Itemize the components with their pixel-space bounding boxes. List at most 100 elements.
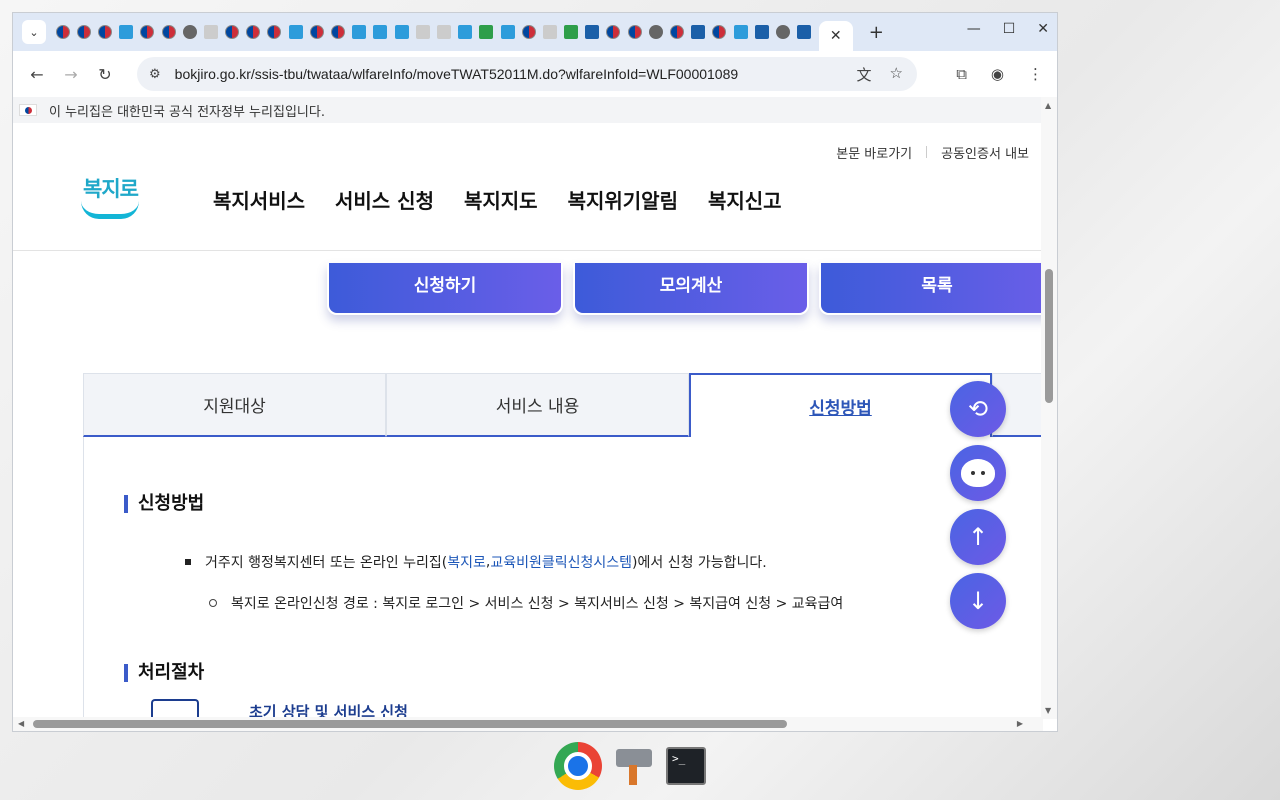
tab-favicon[interactable]	[140, 25, 155, 39]
horizontal-scroll-thumb[interactable]	[33, 720, 787, 728]
tab-favicon[interactable]	[415, 25, 430, 39]
tab-favicon[interactable]	[627, 25, 642, 39]
taskbar: >_	[554, 742, 706, 790]
tab-favicon[interactable]	[161, 25, 176, 39]
profile-icon[interactable]: ◉	[991, 65, 1004, 83]
vertical-scrollbar[interactable]: ▲ ▼	[1041, 97, 1057, 719]
bullet-text: 거주지 행정복지센터 또는 온라인 누리집(	[205, 555, 448, 571]
chatbot-button[interactable]	[950, 445, 1006, 501]
logo-text: 복지로	[83, 177, 139, 201]
forward-icon[interactable]: →	[61, 65, 81, 84]
menu-icon[interactable]: ⋮	[1028, 65, 1043, 83]
simulate-calc-button[interactable]: 모의계산	[573, 263, 809, 315]
tab-favicon[interactable]	[182, 25, 197, 39]
tab-favicon[interactable]	[691, 25, 706, 39]
scroll-top-button[interactable]: ↑	[950, 509, 1006, 565]
tab-how-to-apply[interactable]: 신청방법	[689, 373, 992, 437]
nav-welfare-services[interactable]: 복지서비스	[213, 185, 305, 214]
bookmark-star-icon[interactable]: ☆	[890, 64, 903, 85]
gov-banner: 이 누리집은 대한민국 공식 전자정부 누리집입니다.	[13, 97, 1043, 123]
reload-icon[interactable]: ↻	[95, 65, 115, 84]
tab-favicon[interactable]	[246, 25, 261, 39]
tab-favicon[interactable]	[775, 25, 790, 39]
site-info-icon[interactable]: ⚙	[149, 67, 161, 82]
tab-favicon[interactable]	[585, 25, 600, 39]
consult-step-icon	[151, 699, 199, 719]
tab-favicon[interactable]	[479, 25, 494, 39]
tab-favicon[interactable]	[733, 25, 748, 39]
korea-flag-icon	[19, 104, 37, 116]
active-tab[interactable]: ✕	[818, 21, 853, 51]
chrome-icon[interactable]	[554, 742, 602, 790]
skip-to-content-link[interactable]: 본문 바로가기	[822, 143, 926, 162]
translate-icon[interactable]: 文	[857, 64, 872, 85]
certificate-export-link[interactable]: 공동인증서 내보	[927, 143, 1043, 162]
terminal-icon[interactable]: >_	[666, 747, 706, 785]
tab-favicon[interactable]	[436, 25, 451, 39]
chatbot-icon	[961, 459, 995, 487]
list-button[interactable]: 목록	[819, 263, 1043, 315]
bokjiro-logo[interactable]: 복지로	[77, 169, 143, 225]
scroll-left-arrow-icon[interactable]: ◀	[18, 719, 24, 728]
tab-favicon[interactable]	[606, 25, 621, 39]
tab-favicon[interactable]	[76, 25, 91, 39]
address-bar[interactable]: ⚙ bokjiro.go.kr/ssis-tbu/twataa/wlfareIn…	[137, 57, 917, 91]
nav-welfare-report[interactable]: 복지신고	[708, 185, 782, 214]
scroll-right-arrow-icon[interactable]: ▶	[1017, 719, 1023, 728]
tab-favicon[interactable]	[670, 25, 685, 39]
nav-welfare-map[interactable]: 복지지도	[464, 185, 538, 214]
back-icon[interactable]: ←	[27, 65, 47, 84]
tab-favicon[interactable]	[352, 25, 367, 39]
tab-favicon[interactable]	[564, 25, 579, 39]
bokjiro-link[interactable]: 복지로	[447, 552, 486, 572]
arrow-down-icon: ↓	[967, 587, 989, 615]
scroll-bottom-button[interactable]: ↓	[950, 573, 1006, 629]
history-clock-icon: ⟲	[967, 395, 989, 423]
minimize-icon[interactable]: —	[967, 21, 981, 37]
new-tab-button[interactable]: +	[869, 22, 884, 43]
tab-favicon[interactable]	[288, 25, 303, 39]
vertical-scroll-thumb[interactable]	[1045, 269, 1053, 403]
gov-banner-text: 이 누리집은 대한민국 공식 전자정부 누리집입니다.	[49, 104, 325, 120]
tab-favicon[interactable]	[712, 25, 727, 39]
horizontal-scrollbar[interactable]: ◀ ▶	[13, 717, 1043, 731]
tab-favicon[interactable]	[225, 25, 240, 39]
tab-favicon[interactable]	[203, 25, 218, 39]
tab-service-details[interactable]: 서비스 내용	[386, 373, 689, 437]
tool-hammer-icon[interactable]	[614, 745, 654, 787]
tab-strip: ⌄ ✕ + — ☐ ✕	[13, 13, 1057, 51]
maximize-icon[interactable]: ☐	[1003, 21, 1016, 37]
url-text[interactable]: bokjiro.go.kr/ssis-tbu/twataa/wlfareInfo…	[175, 66, 739, 82]
tab-favicon[interactable]	[309, 25, 324, 39]
page-viewport: 이 누리집은 대한민국 공식 전자정부 누리집입니다. 본문 바로가기 공동인증…	[13, 97, 1043, 719]
recent-history-button[interactable]: ⟲	[950, 381, 1006, 437]
close-window-icon[interactable]: ✕	[1037, 21, 1049, 37]
tab-favicon[interactable]	[754, 25, 769, 39]
tab-favicon[interactable]	[55, 25, 70, 39]
tab-favicon[interactable]	[119, 25, 134, 39]
site-header: 본문 바로가기 공동인증서 내보 복지로 복지서비스 서비스 신청 복지지도 복…	[13, 123, 1043, 251]
tab-favicon[interactable]	[373, 25, 388, 39]
nav-welfare-crisis-alert[interactable]: 복지위기알림	[568, 185, 678, 214]
tab-favicon[interactable]	[542, 25, 557, 39]
education-oneclick-link[interactable]: 교육비원클릭신청시스템	[490, 552, 632, 572]
close-tab-icon[interactable]: ✕	[830, 28, 842, 44]
tab-favicon[interactable]	[97, 25, 112, 39]
tab-favicon[interactable]	[648, 25, 663, 39]
tab-search-icon[interactable]: ⌄	[22, 20, 46, 44]
tab-favicon[interactable]	[394, 25, 409, 39]
tab-favicon[interactable]	[458, 25, 473, 39]
tab-favicon[interactable]	[500, 25, 515, 39]
tab-favicon[interactable]	[797, 25, 812, 39]
tab-eligibility[interactable]: 지원대상	[83, 373, 386, 437]
tab-favicon[interactable]	[267, 25, 282, 39]
tab-favicon[interactable]	[331, 25, 346, 39]
extensions-icon[interactable]: ⧉	[956, 65, 967, 83]
scroll-down-arrow-icon[interactable]: ▼	[1045, 706, 1051, 715]
nav-service-application[interactable]: 서비스 신청	[335, 185, 434, 214]
apply-button[interactable]: 신청하기	[327, 263, 563, 315]
main-nav: 복지서비스 서비스 신청 복지지도 복지위기알림 복지신고	[213, 185, 782, 214]
tab-favicon[interactable]	[521, 25, 536, 39]
tab-panel	[83, 437, 1043, 719]
scroll-up-arrow-icon[interactable]: ▲	[1045, 101, 1051, 110]
